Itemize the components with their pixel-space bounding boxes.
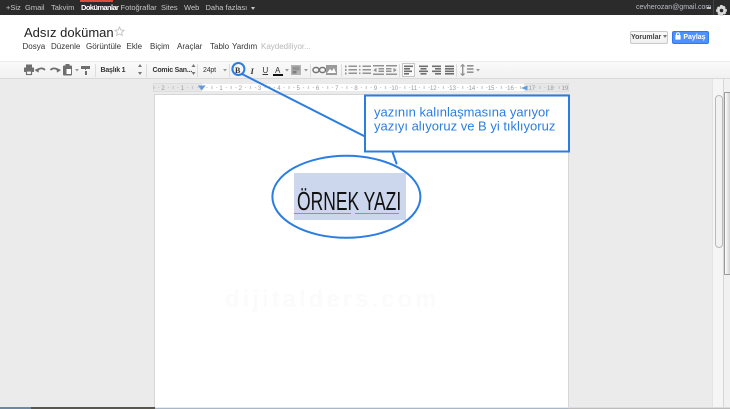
svg-text:yazıyı alıyoruz ve B yi tıklıy: yazıyı alıyoruz ve B yi tıklıyoruz	[374, 119, 555, 134]
svg-text:yazının kalınlaşmasına yarıyor: yazının kalınlaşmasına yarıyor	[374, 105, 550, 120]
